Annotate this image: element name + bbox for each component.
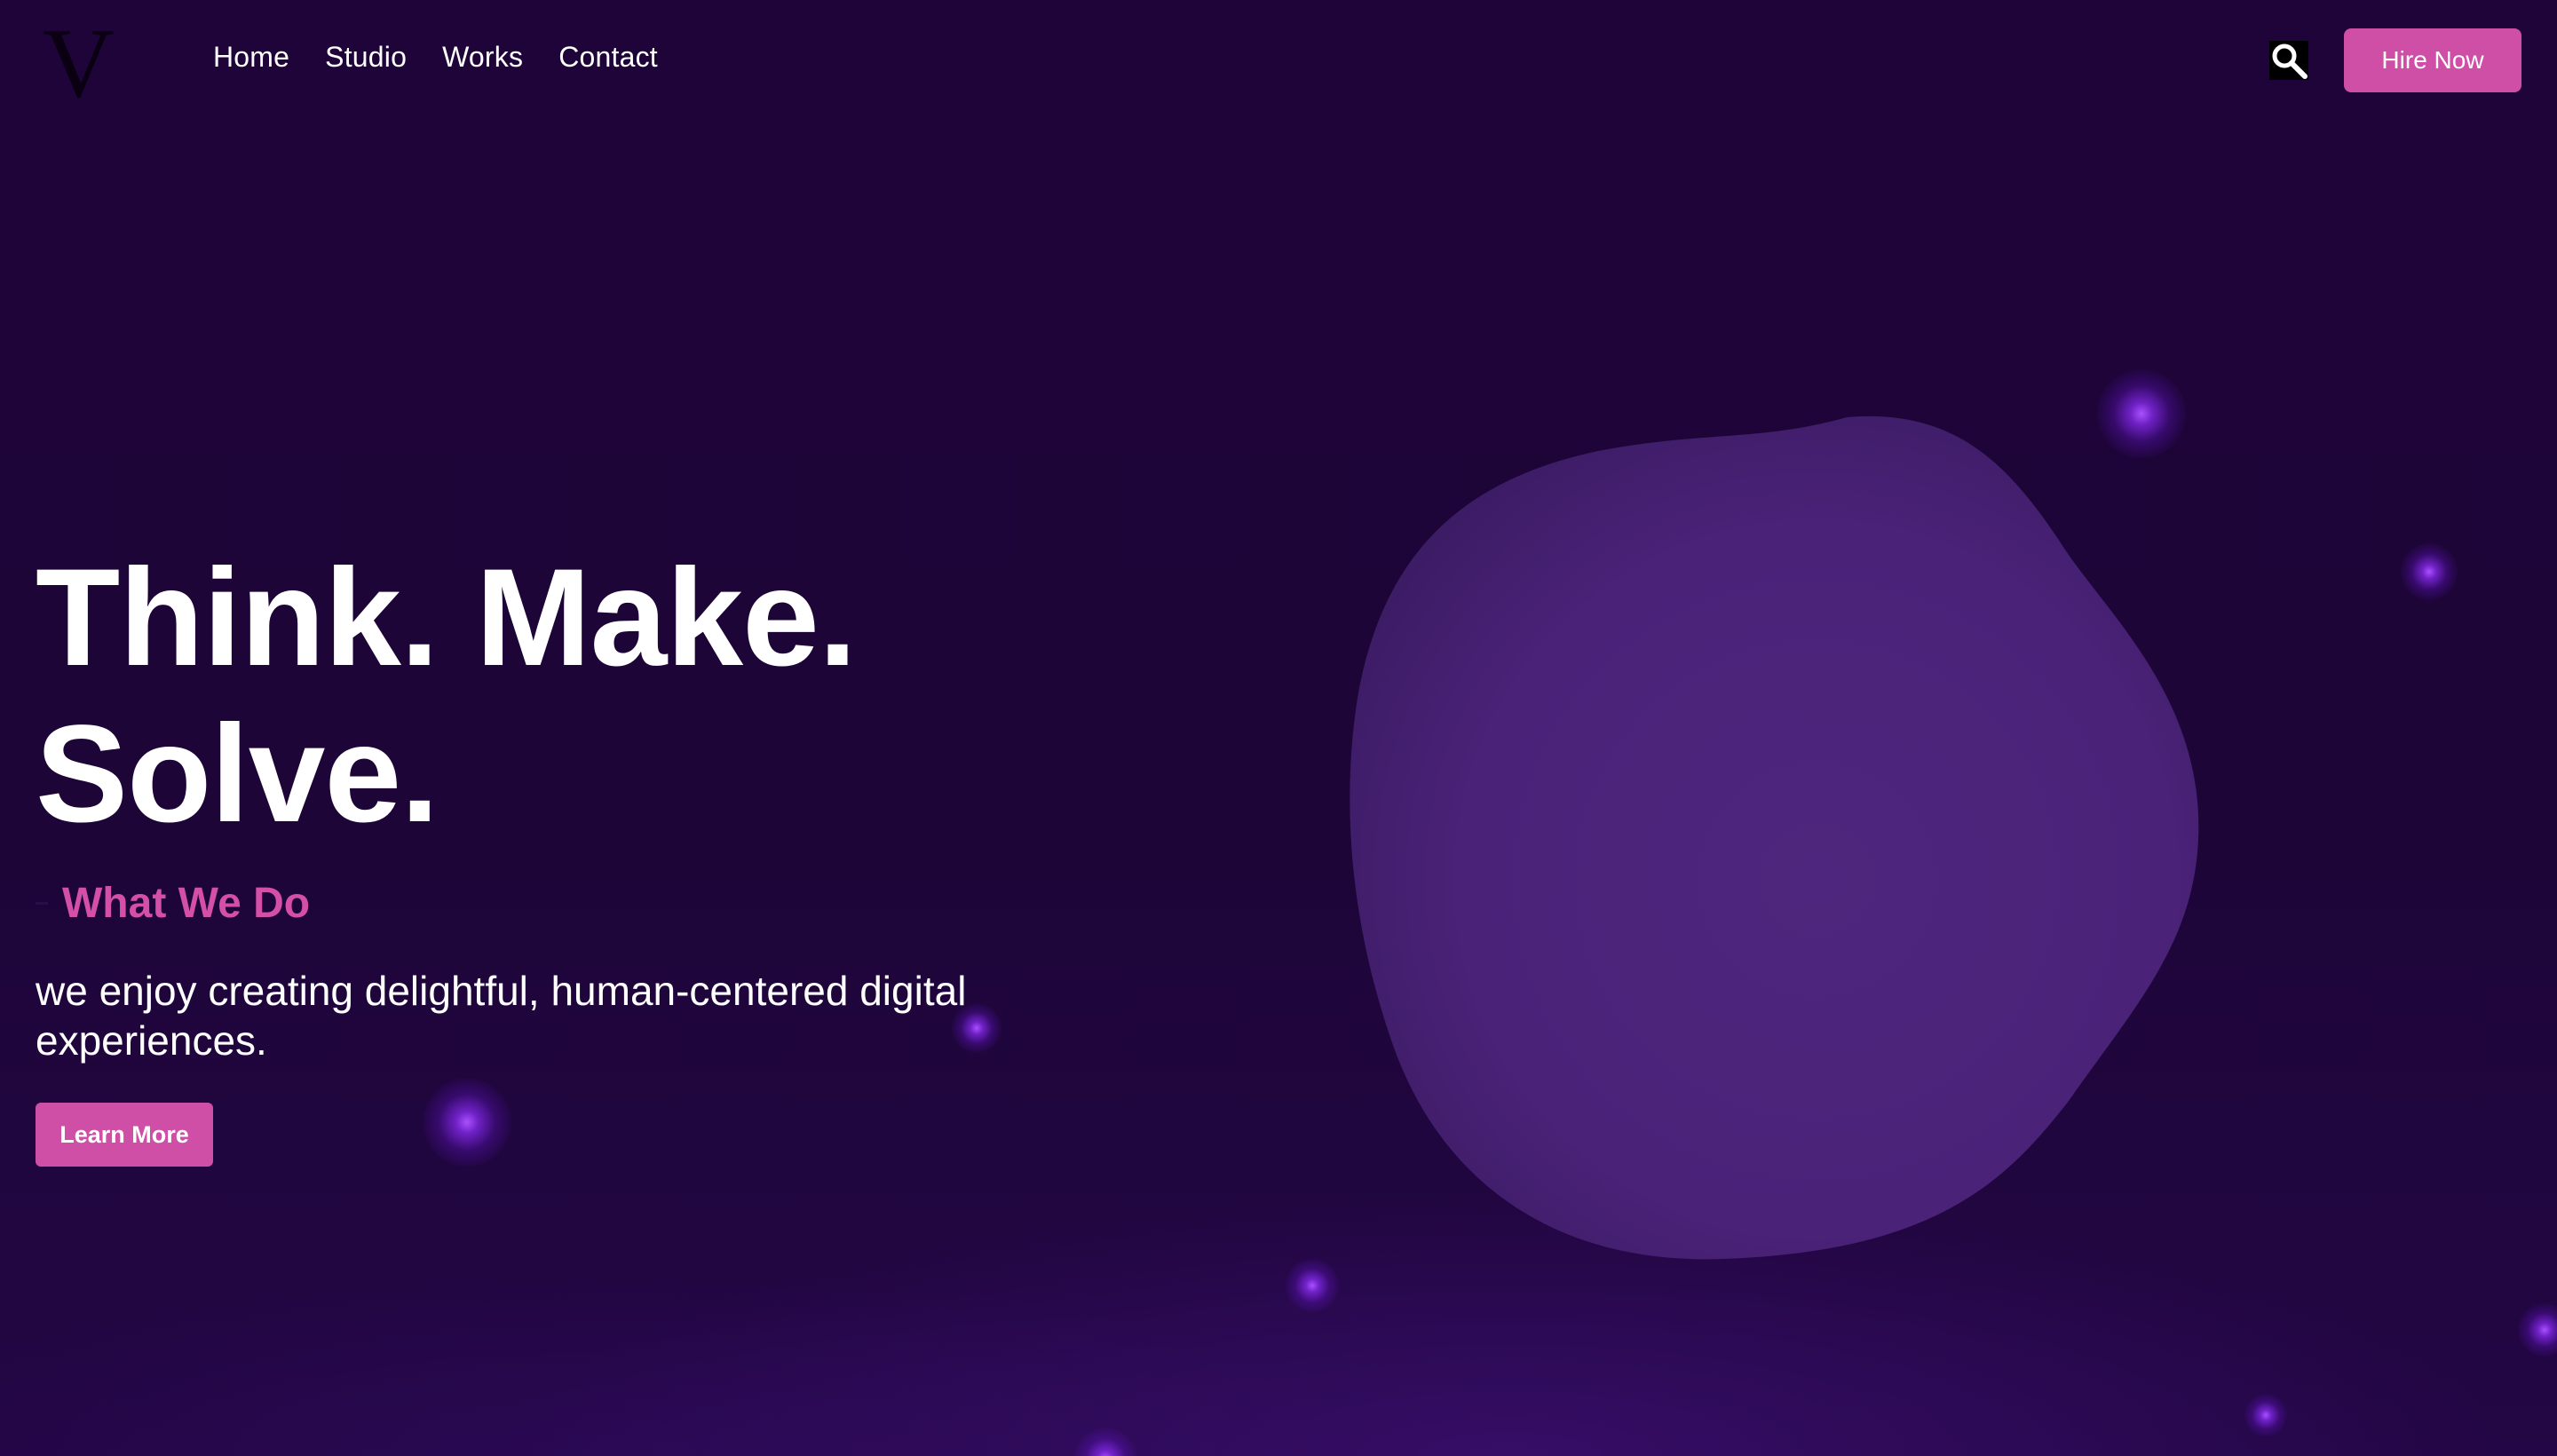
glow-dot-decoration [2518,1303,2557,1357]
headline-line-2: Solve. [36,697,439,851]
hire-now-button[interactable]: Hire Now [2344,28,2521,92]
hero-description: we enjoy creating delightful, human-cent… [36,968,967,1064]
main-nav: Home Studio Works Contact [213,41,658,74]
subheading-text: What We Do [62,880,311,927]
search-button[interactable] [2269,41,2308,80]
page: V Home Studio Works Contact Hire Now Thi… [0,0,2557,1456]
section-subheading: What We Do [36,879,310,928]
hero-headline: Think. Make. Solve. [36,540,857,852]
nav-link-studio[interactable]: Studio [325,41,407,74]
glow-dot-decoration [2401,543,2458,600]
subheading-dash [36,902,48,905]
learn-more-button[interactable]: Learn More [36,1103,213,1167]
glow-dot-decoration [1286,1259,1339,1312]
glow-dot-decoration [423,1078,511,1167]
glow-dot-decoration [1074,1428,1136,1456]
headline-line-1: Think. Make. [36,541,857,695]
nav-link-works[interactable]: Works [442,41,523,74]
nav-link-contact[interactable]: Contact [558,41,658,74]
site-logo[interactable]: V [43,14,115,114]
nav-link-home[interactable]: Home [213,41,289,74]
glow-dot-decoration [2244,1394,2287,1436]
blob-shape [1350,415,2199,1260]
search-icon [2272,44,2308,79]
